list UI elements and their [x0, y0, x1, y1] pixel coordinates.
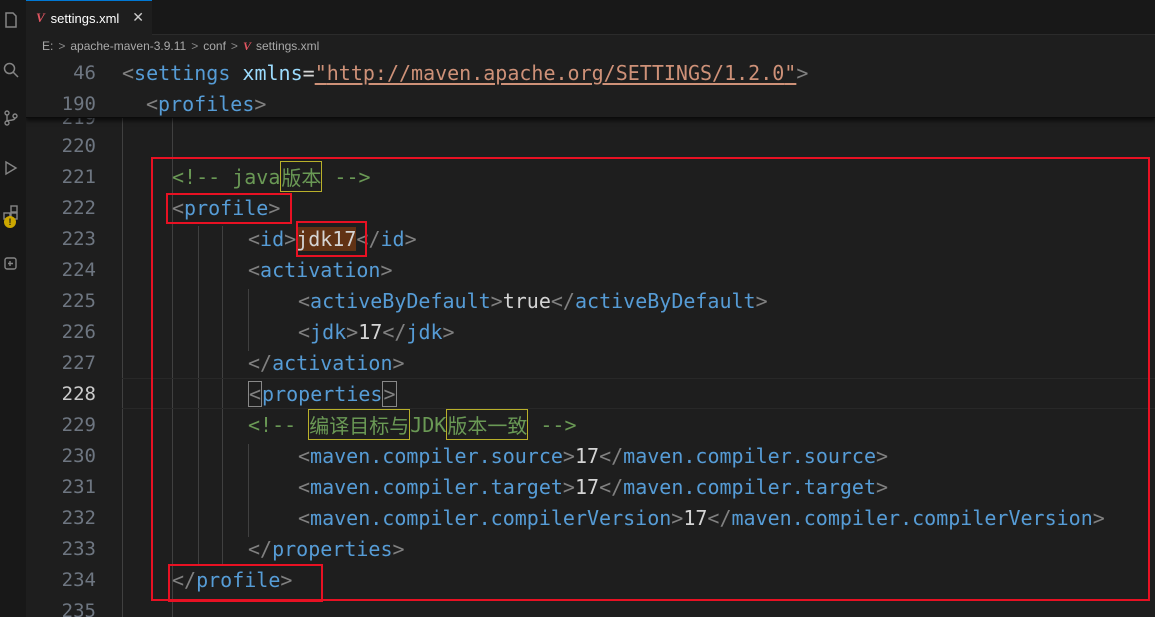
line-number: 234: [61, 568, 96, 591]
activity-bar: !: [0, 0, 26, 617]
annotation-box-profile-close: [168, 564, 323, 602]
quote: ": [314, 60, 327, 85]
line-number: 227: [61, 351, 96, 374]
annotation-box-profile-open: [166, 193, 292, 224]
line-number: 232: [61, 506, 96, 529]
quote: ": [784, 60, 797, 85]
code-editor[interactable]: 46 < settings xmlns = " http://maven.apache.…: [26, 57, 1155, 617]
breadcrumb-folder-conf[interactable]: conf: [203, 39, 226, 53]
line-number: 228: [61, 382, 96, 405]
sticky-scroll-header[interactable]: 46 < settings xmlns = " http://maven.apache.…: [26, 57, 1155, 118]
chevron-right-icon: >: [191, 39, 199, 53]
line-number: 235: [61, 599, 96, 617]
breadcrumb: E: > apache-maven-3.9.11 > conf > V sett…: [26, 35, 1155, 57]
warning-badge: !: [4, 216, 16, 228]
breadcrumb-drive[interactable]: E:: [42, 39, 53, 53]
tag-bracket: >: [254, 91, 267, 116]
tag-name: settings: [134, 60, 231, 85]
tag-bracket: <: [146, 91, 159, 116]
tag-name: profiles: [158, 91, 255, 116]
maven-file-icon: V: [242, 38, 251, 53]
chevron-right-icon: >: [230, 39, 238, 53]
annotation-box-jdk17: [296, 221, 367, 257]
line-number: 223: [61, 227, 96, 250]
tab-settings-xml[interactable]: V settings.xml ✕: [26, 0, 152, 35]
equals-sign: =: [302, 60, 315, 85]
tag-bracket: >: [796, 60, 809, 85]
line-number: 233: [61, 537, 96, 560]
line-number: 190: [61, 92, 96, 115]
close-icon[interactable]: ✕: [132, 9, 144, 26]
line-number: 222: [61, 196, 96, 219]
line-number: 221: [61, 165, 96, 188]
line-number: 220: [61, 134, 96, 157]
tab-label: settings.xml: [50, 10, 120, 26]
line-number: 226: [61, 320, 96, 343]
line-number: 230: [61, 444, 96, 467]
run-debug-icon[interactable]: [0, 156, 22, 180]
tab-bar: V settings.xml ✕: [26, 0, 1155, 35]
attribute-value-link[interactable]: http://maven.apache.org/SETTINGS/1.2.0: [327, 61, 785, 85]
line-number: 224: [61, 258, 96, 281]
line-number: 231: [61, 475, 96, 498]
attribute-name: xmlns: [242, 60, 303, 85]
line-number: 46: [73, 61, 96, 84]
search-icon[interactable]: [0, 58, 22, 82]
breadcrumb-folder-maven[interactable]: apache-maven-3.9.11: [70, 39, 186, 53]
line-number: 225: [61, 289, 96, 312]
breadcrumb-file[interactable]: settings.xml: [256, 39, 319, 53]
chevron-right-icon: >: [58, 39, 66, 53]
sticky-line[interactable]: 46 < settings xmlns = " http://maven.apache.…: [26, 57, 1155, 88]
sticky-line[interactable]: 190 < profiles >: [26, 88, 1155, 119]
explorer-icon[interactable]: [0, 8, 22, 32]
maven-file-icon: V: [36, 10, 45, 25]
source-control-icon[interactable]: [0, 106, 22, 130]
remote-icon[interactable]: [0, 252, 22, 276]
line-number: 229: [61, 413, 96, 436]
tag-bracket: <: [122, 60, 135, 85]
